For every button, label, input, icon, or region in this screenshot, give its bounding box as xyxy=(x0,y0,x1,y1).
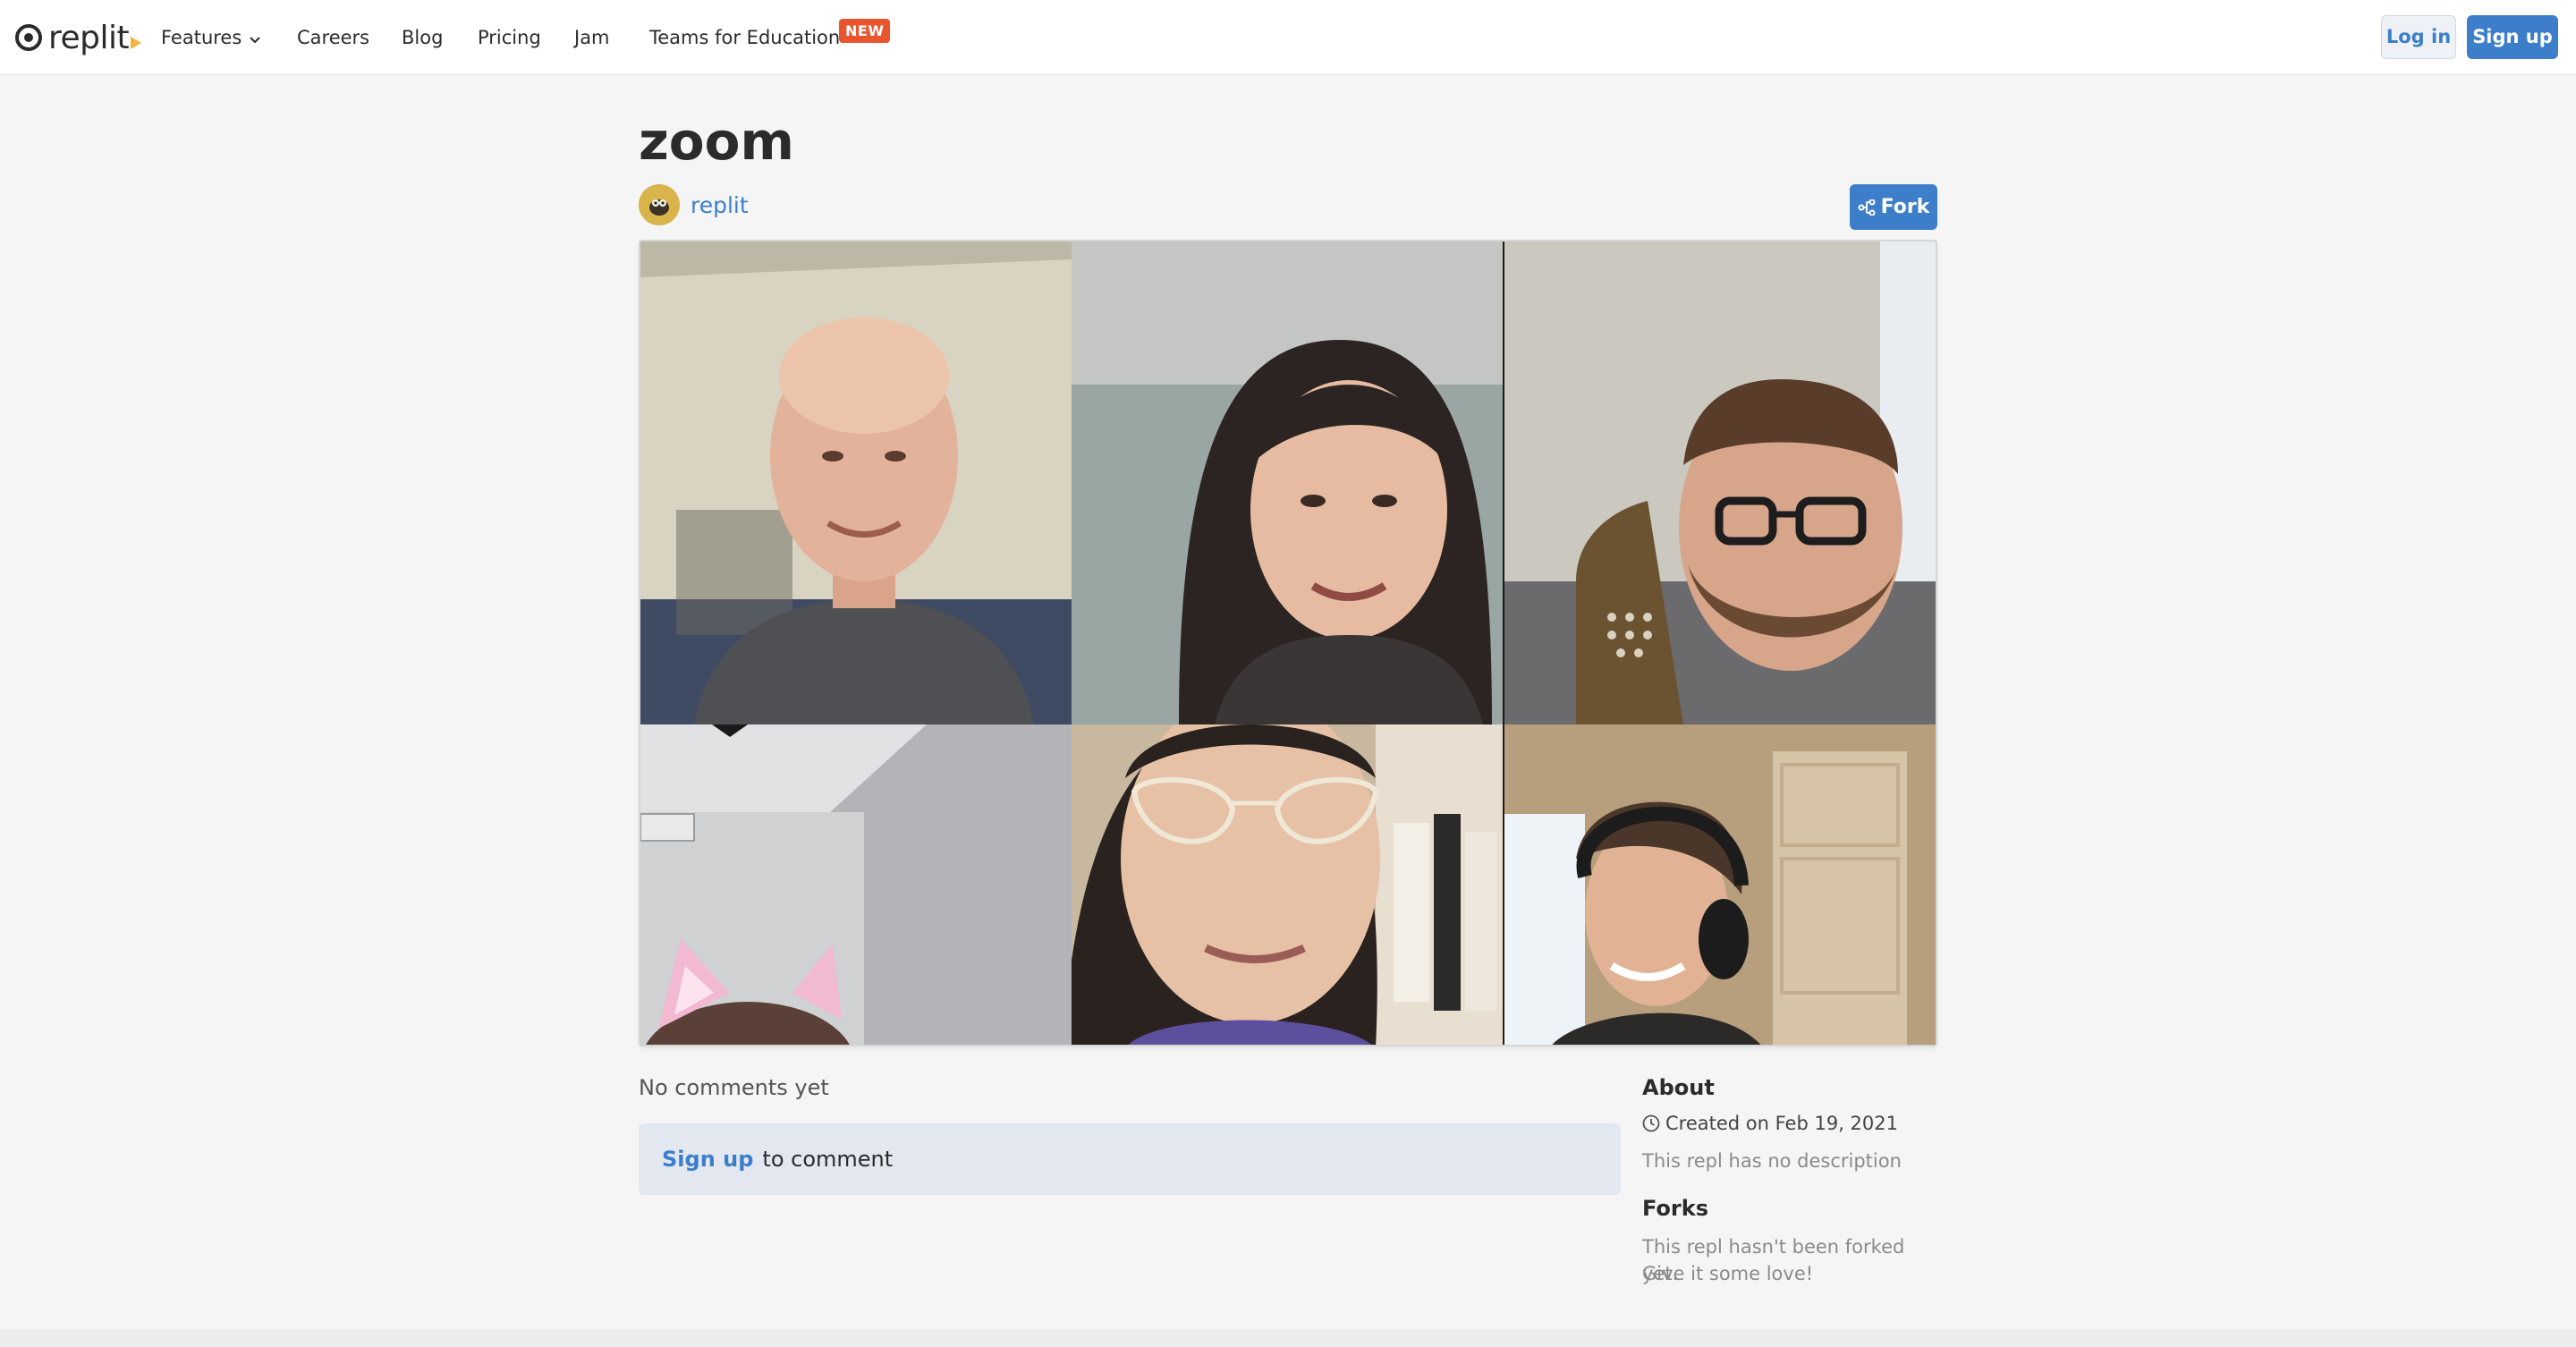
fork-label: Fork xyxy=(1880,196,1930,218)
login-button[interactable]: Log in xyxy=(2381,15,2456,59)
fork-button[interactable]: Fork xyxy=(1850,184,1937,230)
clock-icon xyxy=(1642,1114,1660,1132)
repl-owner[interactable]: replit xyxy=(639,183,749,226)
comment-signup-box: Sign up to comment xyxy=(639,1123,1621,1195)
nav-teams-for-education[interactable]: Teams for Education xyxy=(649,20,840,55)
nav-blog[interactable]: Blog xyxy=(402,20,443,55)
top-navbar: replit Features Careers Blog Pricing Jam… xyxy=(0,0,2576,75)
chevron-down-icon xyxy=(249,21,261,56)
nav-jam[interactable]: Jam xyxy=(574,20,610,55)
about-heading: About xyxy=(1642,1075,1715,1100)
fork-icon xyxy=(1858,199,1876,216)
created-date: Created on Feb 19, 2021 xyxy=(1642,1113,1898,1134)
video-tile-participant-1 xyxy=(640,241,1072,724)
logo-spark-icon xyxy=(131,37,142,49)
forks-empty-text-2: Give it some love! xyxy=(1642,1263,1814,1284)
footer-strip xyxy=(0,1329,2576,1347)
new-badge: NEW xyxy=(839,19,891,43)
nav-features[interactable]: Features xyxy=(161,20,261,55)
replit-logo[interactable]: replit xyxy=(14,19,142,56)
logo-text: replit xyxy=(48,19,130,56)
nav-pricing[interactable]: Pricing xyxy=(478,20,541,55)
signup-button[interactable]: Sign up xyxy=(2467,15,2558,59)
grid-divider xyxy=(1503,724,1504,1045)
nav-features-label: Features xyxy=(161,27,242,48)
forks-heading: Forks xyxy=(1642,1196,1708,1221)
video-tile-participant-4 xyxy=(640,724,1072,1045)
created-date-text: Created on Feb 19, 2021 xyxy=(1665,1113,1898,1134)
owner-avatar[interactable] xyxy=(639,184,680,225)
video-tile-participant-5 xyxy=(1072,724,1504,1045)
grid-divider xyxy=(1503,241,1504,724)
video-tile-participant-6 xyxy=(1504,724,1936,1045)
video-tile-participant-3 xyxy=(1504,241,1936,724)
nav-careers[interactable]: Careers xyxy=(297,20,369,55)
repl-description: This repl has no description xyxy=(1642,1150,1902,1172)
replit-logo-icon xyxy=(15,24,42,51)
video-tile-participant-2 xyxy=(1072,241,1503,724)
owner-name-link[interactable]: replit xyxy=(691,192,749,218)
video-call-grid xyxy=(639,240,1937,1046)
repl-title: zoom xyxy=(639,111,794,172)
no-comments-text: No comments yet xyxy=(639,1075,829,1100)
comment-signup-suffix: to comment xyxy=(762,1147,894,1172)
comment-signup-link[interactable]: Sign up xyxy=(662,1147,753,1172)
avatar-icon xyxy=(639,184,680,225)
